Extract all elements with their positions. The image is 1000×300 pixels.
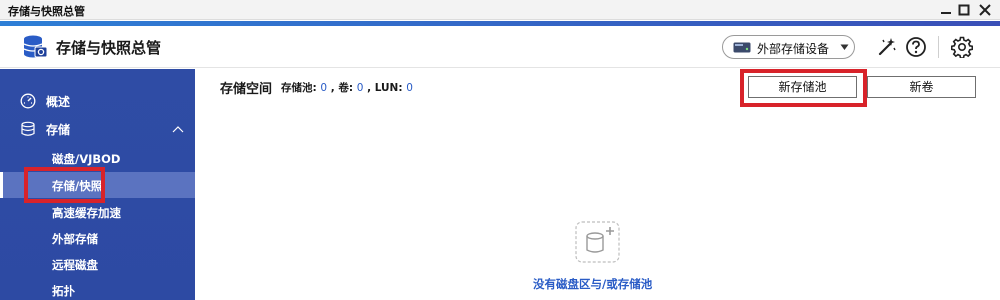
sidebar: 概述 存储 磁盘/VJBOD 存储/快照 高速缓存加速 外部存储 远程磁盘 拓扑 xyxy=(0,69,195,300)
database-icon xyxy=(21,121,35,136)
add-disk-icon xyxy=(575,221,620,263)
sidebar-item-label: 远程磁盘 xyxy=(52,258,98,272)
pool-count-label: 存储池: xyxy=(281,82,317,94)
sidebar-item-label: 存储/快照 xyxy=(52,179,103,193)
external-storage-device-button[interactable]: 外部存储设备 xyxy=(722,35,855,59)
sidebar-item-label: 存储 xyxy=(46,123,71,137)
chevron-up-icon xyxy=(172,126,184,133)
sidebar-item-label: 磁盘/VJBOD xyxy=(52,152,121,166)
gear-icon[interactable] xyxy=(951,36,973,58)
sidebar-item-storage[interactable]: 存储 xyxy=(0,116,195,142)
pool-count: 0 xyxy=(320,82,328,94)
close-icon xyxy=(979,4,991,16)
storage-snapshot-icon xyxy=(23,35,48,58)
sidebar-item-label: 高速缓存加速 xyxy=(52,206,121,220)
header-separator xyxy=(938,36,939,58)
minimize-icon xyxy=(941,12,951,14)
app-title: 存储与快照总管 xyxy=(56,39,162,57)
maximize-button[interactable] xyxy=(956,2,972,18)
stats-separator: , xyxy=(330,82,335,94)
main-panel: 存储空间 存储池: 0 , 卷: 0 , LUN: 0 新存储池 新卷 没有磁盘… xyxy=(195,69,1000,300)
page-title: 存储空间 xyxy=(220,82,273,97)
lun-count-label: LUN: xyxy=(374,82,403,94)
window-title: 存储与快照总管 xyxy=(8,5,85,18)
empty-state-message: 没有磁盘区与/或存储池 xyxy=(533,277,653,291)
help-icon[interactable] xyxy=(905,36,927,58)
sidebar-item-label: 拓扑 xyxy=(52,284,75,298)
external-storage-device-label: 外部存储设备 xyxy=(757,42,830,56)
lun-count: 0 xyxy=(406,82,413,94)
volume-count-label: 卷: xyxy=(338,82,354,94)
external-disk-icon xyxy=(733,42,751,53)
sidebar-item-label: 外部存储 xyxy=(52,232,98,246)
sidebar-item-external-storage[interactable]: 外部存储 xyxy=(0,225,195,251)
sidebar-item-remote-disk[interactable]: 远程磁盘 xyxy=(0,251,195,277)
sidebar-item-storage-snapshots[interactable]: 存储/快照 xyxy=(0,172,195,198)
sidebar-item-cache-acceleration[interactable]: 高速缓存加速 xyxy=(0,199,195,225)
storage-stats: 存储池: 0 , 卷: 0 , LUN: 0 xyxy=(281,80,413,95)
volume-count: 0 xyxy=(356,82,364,94)
stats-separator: , xyxy=(367,82,372,94)
close-button[interactable] xyxy=(977,2,993,18)
new-storage-pool-button[interactable]: 新存储池 xyxy=(748,76,857,98)
magic-wand-icon[interactable] xyxy=(876,36,898,58)
dashboard-icon xyxy=(20,93,36,109)
sidebar-item-overview[interactable]: 概述 xyxy=(0,88,195,114)
chevron-down-icon xyxy=(840,44,849,50)
minimize-button[interactable] xyxy=(938,2,954,18)
maximize-icon xyxy=(958,4,970,16)
sidebar-item-label: 概述 xyxy=(46,95,71,109)
new-volume-button[interactable]: 新卷 xyxy=(867,76,976,98)
storage-snapshot-window: 存储与快照总管 存储与快照总管 外部存储设备 概述 存储 磁盘/VJBOD 存储… xyxy=(0,0,1000,300)
sidebar-item-disks-vjbod[interactable]: 磁盘/VJBOD xyxy=(0,145,195,171)
title-bar: 存储与快照总管 xyxy=(0,0,1000,20)
app-header: 存储与快照总管 外部存储设备 xyxy=(0,26,1000,68)
sidebar-item-topology[interactable]: 拓扑 xyxy=(0,277,195,300)
